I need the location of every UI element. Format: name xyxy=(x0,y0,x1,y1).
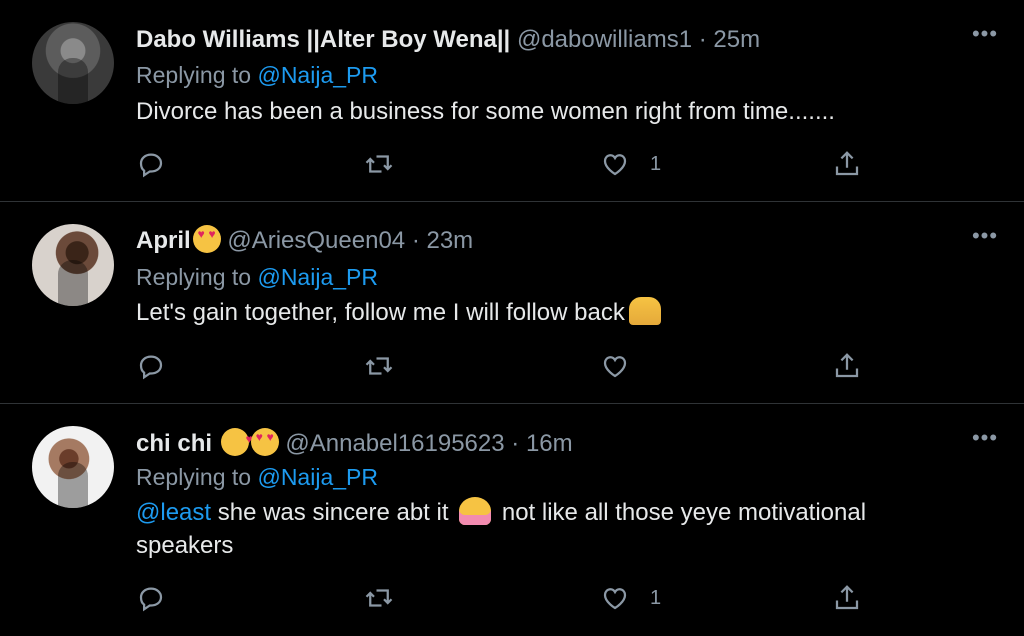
tweet-actions xyxy=(136,349,866,383)
retweet-button[interactable] xyxy=(364,147,394,181)
retweet-button[interactable] xyxy=(364,349,394,383)
person-shrugging-emoji-icon xyxy=(459,497,492,525)
tweet-header: Dabo Williams ||Alter Boy Wena|| @dabowi… xyxy=(136,25,760,55)
separator: · xyxy=(411,227,420,254)
reply-button[interactable] xyxy=(136,147,166,181)
reply-icon xyxy=(139,355,163,380)
timestamp[interactable]: 16m xyxy=(526,430,573,457)
replying-label: Replying to xyxy=(136,464,252,490)
replying-to: Replying to @Naija_PR xyxy=(136,264,378,291)
retweet-button[interactable] xyxy=(364,581,394,615)
replying-to: Replying to @Naija_PR xyxy=(136,464,378,491)
separator: · xyxy=(698,26,707,53)
tweet[interactable]: chi chi @Annabel16195623 · 16m ••• Reply… xyxy=(0,404,1024,636)
tweet-text: Divorce has been a business for some wom… xyxy=(136,98,835,125)
reply-button[interactable] xyxy=(136,581,166,615)
folded-hands-emoji-icon xyxy=(628,297,661,325)
reply-icon xyxy=(139,587,163,612)
reply-button[interactable] xyxy=(136,349,166,383)
replying-label: Replying to xyxy=(136,264,252,290)
avatar[interactable] xyxy=(32,22,114,104)
retweet-icon xyxy=(365,357,393,375)
share-icon xyxy=(835,353,859,378)
replying-mention-link[interactable]: @Naija_PR xyxy=(257,264,378,290)
display-name[interactable]: chi chi xyxy=(136,430,212,457)
share-button[interactable] xyxy=(832,581,862,615)
avatar[interactable] xyxy=(32,224,114,306)
like-icon xyxy=(603,154,627,176)
tweet[interactable]: Dabo Williams ||Alter Boy Wena|| @dabowi… xyxy=(0,0,1024,202)
retweet-icon xyxy=(365,155,393,173)
like-icon xyxy=(603,356,627,378)
tweet-header: April @AriesQueen04 · 23m xyxy=(136,225,473,255)
tweet-text: Let's gain together, follow me I will fo… xyxy=(136,299,625,326)
like-button[interactable]: 1 xyxy=(600,581,661,615)
heart-eyes-emoji-icon xyxy=(250,428,279,456)
share-button[interactable] xyxy=(832,147,862,181)
share-icon xyxy=(835,585,859,610)
like-count: 1 xyxy=(650,586,662,609)
display-name[interactable]: Dabo Williams ||Alter Boy Wena|| xyxy=(136,26,510,53)
replying-label: Replying to xyxy=(136,62,252,88)
replying-mention-link[interactable]: @Naija_PR xyxy=(257,62,378,88)
tweet[interactable]: April @AriesQueen04 · 23m ••• Replying t… xyxy=(0,202,1024,404)
like-count: 1 xyxy=(650,152,662,175)
more-icon[interactable]: ••• xyxy=(970,23,1000,48)
tweet-header: chi chi @Annabel16195623 · 16m xyxy=(136,424,573,458)
replying-to: Replying to @Naija_PR xyxy=(136,62,378,89)
tweet-text-container: @least she was sincere abt it not like a… xyxy=(136,496,966,562)
retweet-icon xyxy=(365,589,393,607)
tweet-text: she was sincere abt it xyxy=(217,499,449,526)
share-button[interactable] xyxy=(832,349,862,383)
more-icon[interactable]: ••• xyxy=(970,225,1000,250)
display-name[interactable]: April xyxy=(136,227,191,254)
heart-eyes-emoji-icon xyxy=(192,225,221,253)
share-icon xyxy=(835,151,859,176)
user-handle[interactable]: @dabowilliams1 xyxy=(517,26,692,53)
more-icon[interactable]: ••• xyxy=(970,427,1000,452)
reply-icon xyxy=(139,153,163,178)
tweet-text-container: Let's gain together, follow me I will fo… xyxy=(136,296,966,329)
user-handle[interactable]: @Annabel16195623 xyxy=(285,430,504,457)
mention-link[interactable]: @least xyxy=(136,499,211,526)
like-icon xyxy=(603,588,627,610)
user-handle[interactable]: @AriesQueen04 xyxy=(227,227,405,254)
avatar[interactable] xyxy=(32,426,114,508)
replying-mention-link[interactable]: @Naija_PR xyxy=(257,464,378,490)
tweet-actions: 1 xyxy=(136,581,866,615)
timestamp[interactable]: 23m xyxy=(426,227,473,254)
like-button[interactable] xyxy=(600,349,650,383)
tweet-actions: 1 xyxy=(136,147,866,181)
timestamp[interactable]: 25m xyxy=(713,26,760,53)
separator: · xyxy=(511,430,520,457)
smiling-face-with-hearts-emoji-icon xyxy=(220,424,253,456)
like-button[interactable]: 1 xyxy=(600,147,661,181)
